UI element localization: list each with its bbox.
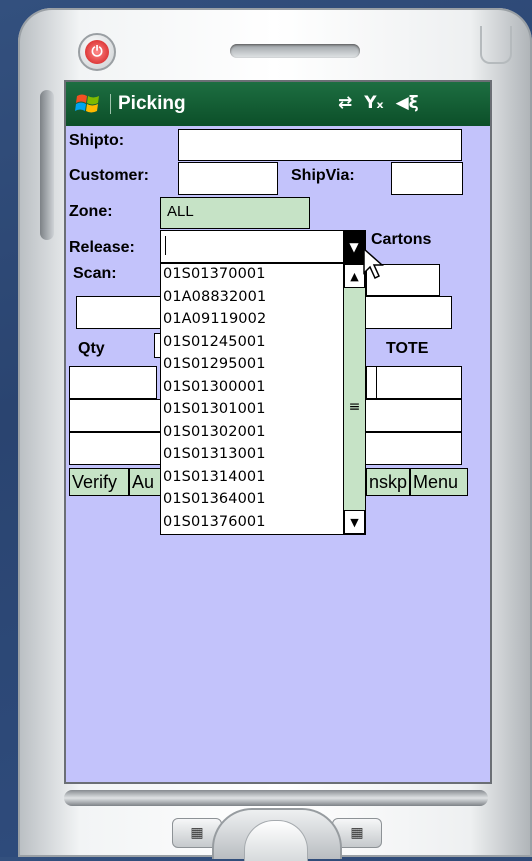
shipvia-field[interactable]	[391, 162, 463, 195]
scan-label: Scan:	[73, 265, 117, 282]
menu-button[interactable]: Menu	[410, 468, 468, 496]
earpiece-speaker	[230, 44, 360, 58]
power-icon: ⏻	[85, 40, 109, 64]
verify-button[interactable]: Verify	[69, 468, 129, 496]
stylus-slot	[480, 26, 512, 64]
device-screen: Picking ⇄ Yₓ ◀ξ Shipto: Customer: ShipVi…	[64, 80, 492, 784]
list-item[interactable]: 01S01370001	[163, 266, 266, 282]
scroll-thumb[interactable]: ≡	[344, 288, 365, 526]
release-dropdown-list[interactable]: 01S01370001 01A08832001 01A09119002 01S0…	[160, 263, 366, 535]
scroll-down-arrow-icon[interactable]: ▼	[344, 510, 365, 534]
title-bar: Picking ⇄ Yₓ ◀ξ	[66, 82, 490, 126]
hardware-button-strip	[64, 790, 488, 806]
zone-field[interactable]: ALL	[160, 197, 310, 229]
release-label: Release:	[69, 239, 135, 256]
customer-field[interactable]	[178, 162, 278, 195]
auto-button[interactable]: Au	[129, 468, 163, 496]
tote-label: TOTE	[386, 340, 429, 357]
list-item[interactable]: 01S01376001	[163, 514, 266, 530]
list-item[interactable]: 01S01302001	[163, 424, 266, 440]
list-item[interactable]: 01S01301001	[163, 401, 266, 417]
zone-label: Zone:	[69, 203, 113, 220]
list-item[interactable]: 01S01245001	[163, 334, 266, 350]
list-item[interactable]: 01S01364001	[163, 491, 266, 507]
contacts-icon: ▦	[350, 825, 364, 841]
list-item[interactable]: 01S01313001	[163, 446, 266, 462]
dropdown-scrollbar[interactable]: ▲ ≡ ▼	[343, 264, 365, 534]
release-combobox[interactable]: ▼	[160, 230, 366, 263]
status-icons: ⇄ Yₓ ◀ξ	[338, 93, 419, 113]
customer-label: Customer:	[69, 167, 150, 184]
qty-label: Qty	[78, 340, 105, 357]
list-item[interactable]: 01S01300001	[163, 379, 266, 395]
side-grip	[40, 90, 54, 240]
power-button[interactable]: ⏻	[78, 33, 116, 71]
list-item[interactable]: 01A08832001	[163, 289, 266, 305]
dpad-center[interactable]	[244, 820, 308, 861]
title-separator	[110, 94, 111, 114]
shipto-label: Shipto:	[69, 132, 125, 149]
list-item[interactable]: 01A09119002	[163, 311, 266, 327]
dpad[interactable]	[212, 808, 342, 861]
skip-button[interactable]: nskp	[366, 468, 410, 496]
connectivity-arrows-icon[interactable]: ⇄	[338, 93, 352, 113]
tote-field[interactable]	[376, 366, 462, 399]
list-item[interactable]: 01S01314001	[163, 469, 266, 485]
qty-field[interactable]	[69, 366, 157, 399]
mouse-pointer-icon	[363, 247, 384, 280]
list-item[interactable]: 01S01295001	[163, 356, 266, 372]
text-caret	[165, 236, 166, 255]
shipvia-label: ShipVia:	[291, 167, 355, 184]
signal-off-icon[interactable]: Yₓ	[364, 93, 383, 113]
app-title: Picking	[118, 93, 186, 114]
speaker-icon[interactable]: ◀ξ	[396, 93, 419, 113]
shipto-field[interactable]	[178, 129, 462, 161]
calendar-icon: ▦	[190, 825, 204, 841]
windows-flag-icon[interactable]	[74, 90, 102, 118]
